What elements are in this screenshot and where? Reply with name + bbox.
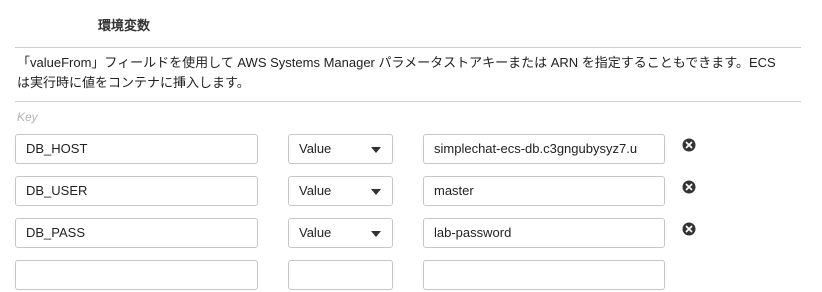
env-key-input[interactable]: DB_USER [15,176,258,206]
key-column-label: Key [17,110,38,124]
value-type-label: Value [299,225,332,240]
value-type-select[interactable]: Value [288,218,393,248]
value-type-select[interactable]: Value [288,176,393,206]
env-value-input[interactable]: lab-password [423,218,665,248]
env-key-input[interactable] [15,260,258,290]
caret-down-icon [371,231,381,237]
env-var-row: DB_HOST Value simplechat-ecs-db.c3gnguby… [0,134,822,166]
close-circle-icon[interactable] [682,222,696,236]
close-circle-icon[interactable] [682,180,696,194]
value-type-select[interactable] [288,260,393,290]
value-type-label: Value [299,183,332,198]
divider [15,47,801,48]
close-circle-icon[interactable] [682,138,696,152]
env-value-input[interactable]: master [423,176,665,206]
env-key-input[interactable]: DB_HOST [15,134,258,164]
divider [15,101,801,102]
env-key-input[interactable]: DB_PASS [15,218,258,248]
section-description: 「valueFrom」フィールドを使用して AWS Systems Manage… [17,55,776,90]
value-type-select[interactable]: Value [288,134,393,164]
env-value-input[interactable] [423,260,665,290]
env-value-input[interactable]: simplechat-ecs-db.c3gngubysyz7.u [423,134,665,164]
caret-down-icon [371,189,381,195]
env-var-row: DB_USER Value master [0,176,822,208]
section-title: 環境変数 [98,18,151,33]
caret-down-icon [371,147,381,153]
env-var-row [0,260,822,292]
env-var-row: DB_PASS Value lab-password [0,218,822,250]
value-type-label: Value [299,141,332,156]
